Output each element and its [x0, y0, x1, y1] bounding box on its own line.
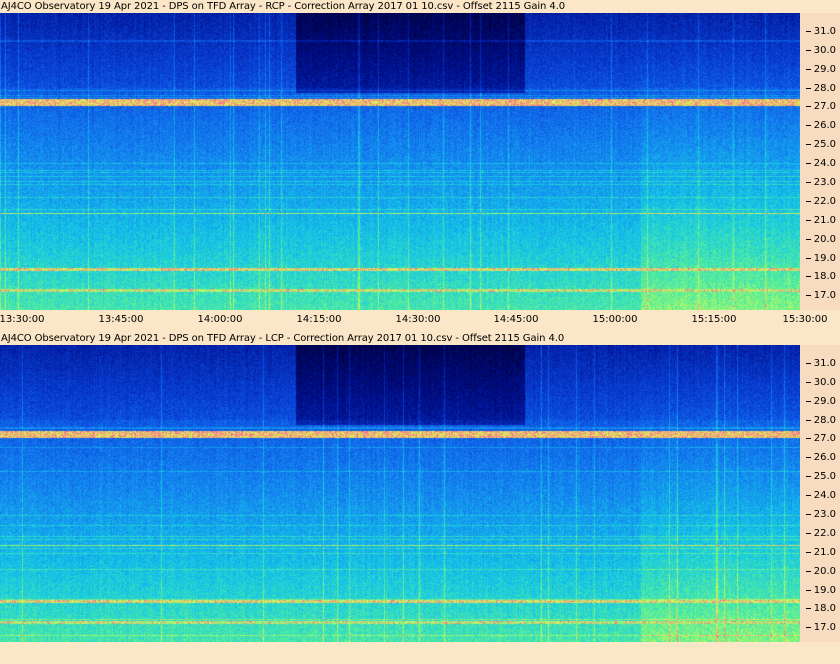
- y-tick-label: 31.0: [805, 26, 836, 37]
- y-tick-label: 19.0: [805, 585, 836, 596]
- y-tick-label: 29.0: [805, 396, 836, 407]
- y-tick-label: 28.0: [805, 415, 836, 426]
- y-tick-label: 20.0: [805, 566, 836, 577]
- rcp-frequency-axis: 31.0 30.0 29.0 28.0 27.0 26.0 25.0 24.0 …: [800, 13, 840, 310]
- y-tick-label: 21.0: [805, 547, 836, 558]
- lcp-spectrogram: [0, 345, 800, 642]
- x-tick-label: 13:30:00: [0, 314, 45, 325]
- x-tick-label: 15:30:00: [782, 314, 828, 325]
- y-tick-label: 21.0: [805, 215, 836, 226]
- rcp-spectrogram: [0, 13, 800, 310]
- y-tick-label: 17.0: [805, 290, 836, 301]
- x-tick-label: 15:15:00: [691, 314, 737, 325]
- y-tick-label: 17.0: [805, 622, 836, 633]
- y-tick-label: 18.0: [805, 603, 836, 614]
- x-tick-label: 15:00:00: [592, 314, 638, 325]
- y-tick-label: 23.0: [805, 509, 836, 520]
- y-tick-label: 27.0: [805, 101, 836, 112]
- y-tick-label: 22.0: [805, 528, 836, 539]
- y-tick-label: 29.0: [805, 64, 836, 75]
- y-tick-label: 28.0: [805, 83, 836, 94]
- y-tick-label: 25.0: [805, 471, 836, 482]
- rcp-panel-title: AJ4CO Observatory 19 Apr 2021 - DPS on T…: [1, 1, 565, 12]
- y-tick-label: 20.0: [805, 234, 836, 245]
- rcp-panel: AJ4CO Observatory 19 Apr 2021 - DPS on T…: [0, 0, 840, 331]
- x-tick-label: 14:30:00: [395, 314, 441, 325]
- x-tick-label: 14:00:00: [197, 314, 243, 325]
- y-tick-label: 22.0: [805, 196, 836, 207]
- y-tick-label: 30.0: [805, 45, 836, 56]
- y-tick-label: 30.0: [805, 377, 836, 388]
- y-tick-label: 24.0: [805, 158, 836, 169]
- rcp-time-axis: 13:30:00 13:45:00 14:00:00 14:15:00 14:3…: [0, 313, 840, 327]
- y-tick-label: 31.0: [805, 358, 836, 369]
- y-tick-label: 27.0: [805, 433, 836, 444]
- lcp-panel-title: AJ4CO Observatory 19 Apr 2021 - DPS on T…: [1, 333, 565, 344]
- x-tick-label: 13:45:00: [98, 314, 144, 325]
- x-tick-label: 14:15:00: [296, 314, 342, 325]
- y-tick-label: 25.0: [805, 139, 836, 150]
- y-tick-label: 26.0: [805, 452, 836, 463]
- y-tick-label: 26.0: [805, 120, 836, 131]
- y-tick-label: 23.0: [805, 177, 836, 188]
- lcp-frequency-axis: 31.0 30.0 29.0 28.0 27.0 26.0 25.0 24.0 …: [800, 345, 840, 642]
- y-tick-label: 19.0: [805, 253, 836, 264]
- y-tick-label: 18.0: [805, 271, 836, 282]
- lcp-panel: AJ4CO Observatory 19 Apr 2021 - DPS on T…: [0, 332, 840, 664]
- x-tick-label: 14:45:00: [493, 314, 539, 325]
- y-tick-label: 24.0: [805, 490, 836, 501]
